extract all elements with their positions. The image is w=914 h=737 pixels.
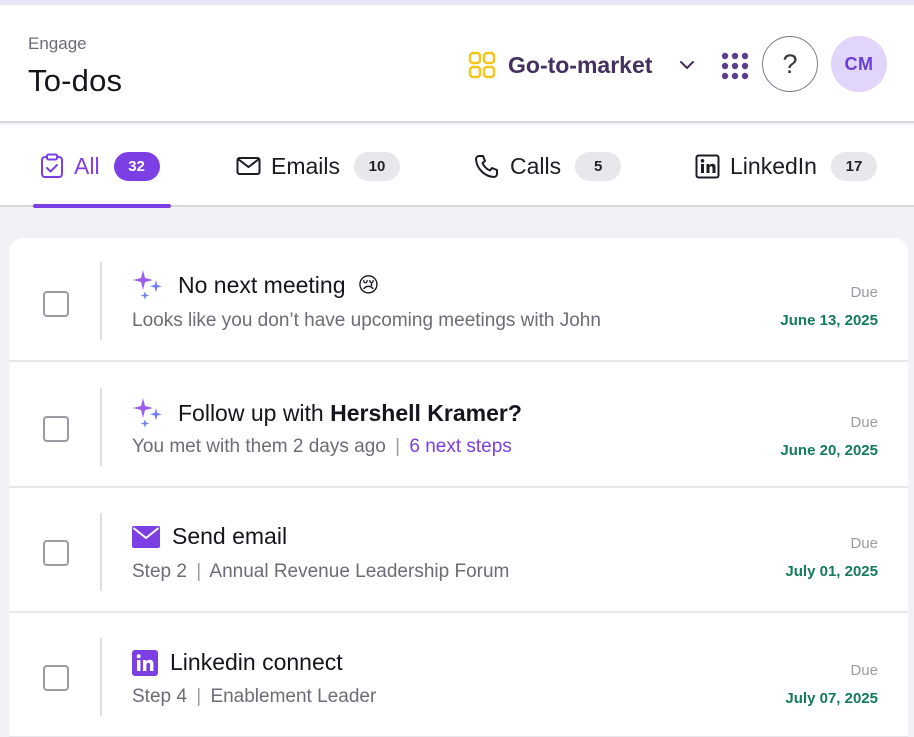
help-button[interactable]: ? (762, 36, 818, 92)
todo-checkbox[interactable] (43, 291, 69, 317)
due-label: Due (850, 535, 878, 552)
todo-title-text: No next meeting (178, 271, 346, 298)
ai-sparkle-icon (133, 398, 162, 428)
tab-all[interactable]: All 32 (40, 125, 160, 207)
tab-linkedin[interactable]: LinkedIn 17 (695, 125, 877, 207)
step-number: Step 4 (132, 686, 187, 707)
due-date: June 13, 2025 (780, 312, 878, 329)
separator: | (196, 561, 202, 582)
todo-title-text: Send email (172, 523, 288, 549)
tab-calls-count: 5 (575, 151, 622, 181)
todo-list: No next meeting 😢 Looks like you don’t h… (9, 238, 908, 737)
row-divider (100, 388, 102, 466)
mail-filled-icon (132, 525, 160, 548)
tab-calls-label: Calls (510, 152, 562, 179)
todo-title: Follow up with Hershell Kramer? (132, 396, 522, 430)
tab-linkedin-count: 17 (830, 151, 877, 181)
todo-title: Linkedin connect (132, 649, 343, 676)
workspace-grid-icon (468, 51, 496, 79)
todo-tabs: All 32 Emails 10 Calls 5 LinkedIn 17 (0, 125, 914, 208)
apps-grid-icon[interactable] (720, 51, 750, 81)
tab-all-label: All (74, 152, 100, 179)
due-date: June 20, 2025 (780, 442, 878, 459)
sequence-name: Enablement Leader (210, 686, 377, 707)
linkedin-icon (695, 154, 720, 178)
page-title: To-dos (28, 63, 123, 98)
due-label: Due (850, 284, 878, 301)
section-eyebrow: Engage (28, 34, 87, 53)
todo-title-prefix: Follow up with (178, 399, 324, 426)
mail-icon (236, 157, 261, 175)
ai-sparkle-icon (133, 270, 162, 300)
step-number: Step 2 (132, 561, 187, 582)
tab-emails-label: Emails (271, 152, 341, 179)
due-date: July 01, 2025 (785, 563, 878, 580)
tab-emails-count: 10 (354, 151, 401, 181)
due-label: Due (850, 662, 878, 679)
todo-checkbox[interactable] (43, 540, 69, 566)
row-divider (100, 638, 102, 716)
user-avatar[interactable]: CM (831, 36, 887, 92)
todo-row[interactable]: Send email Step 2 | Annual Revenue Leade… (9, 489, 908, 613)
separator: | (395, 436, 401, 457)
page-header: Engage To-dos Go-to-market ? CM (0, 5, 914, 123)
todo-subtitle: You met with them 2 days ago | 6 next st… (132, 436, 512, 458)
workspace-name: Go-to-market (508, 51, 653, 78)
sad-face-emoji: 😢 (357, 273, 380, 297)
phone-icon (475, 155, 498, 178)
todo-checkbox[interactable] (43, 416, 69, 442)
workspace-switcher[interactable]: Go-to-market (468, 49, 696, 81)
todo-title: No next meeting 😢 (132, 268, 379, 302)
active-tab-indicator (33, 204, 171, 208)
todo-title: Send email (132, 523, 287, 550)
todo-subtitle: Looks like you don’t have upcoming meeti… (132, 310, 601, 331)
todo-subtitle: Step 4 | Enablement Leader (132, 686, 376, 708)
todo-row[interactable]: No next meeting 😢 Looks like you don’t h… (9, 238, 908, 362)
linkedin-filled-icon (132, 649, 158, 676)
row-divider (100, 513, 102, 591)
tab-calls[interactable]: Calls 5 (474, 125, 622, 207)
tab-emails[interactable]: Emails 10 (236, 125, 401, 207)
clipboard-check-icon (41, 153, 63, 178)
todo-title-text: Linkedin connect (170, 649, 343, 675)
due-label: Due (850, 414, 878, 431)
todo-row[interactable]: Linkedin connect Step 4 | Enablement Lea… (9, 614, 908, 737)
row-divider (100, 262, 102, 340)
due-date: July 07, 2025 (785, 690, 878, 707)
tab-linkedin-label: LinkedIn (730, 152, 817, 179)
tab-all-count: 32 (113, 151, 160, 181)
separator: | (196, 686, 202, 707)
todo-row[interactable]: Follow up with Hershell Kramer? You met … (9, 364, 908, 488)
todo-title-text: Follow up with Hershell Kramer? (178, 400, 522, 427)
todo-subtitle-text: You met with them 2 days ago (132, 436, 386, 457)
next-steps-link[interactable]: 6 next steps (409, 436, 511, 457)
contact-name[interactable]: Hershell Kramer? (330, 400, 522, 426)
chevron-down-icon (680, 61, 695, 69)
sequence-name: Annual Revenue Leadership Forum (209, 561, 510, 582)
todo-checkbox[interactable] (43, 665, 69, 691)
todo-subtitle: Step 2 | Annual Revenue Leadership Forum (132, 561, 509, 583)
